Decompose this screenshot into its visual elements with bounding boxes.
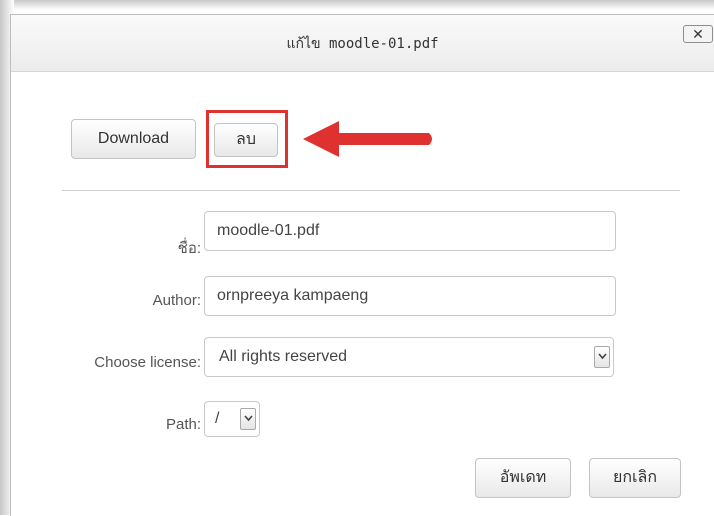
path-select[interactable]: / [204,401,260,437]
author-field[interactable]: ornpreeya kampaeng [204,276,616,316]
path-selected-value: / [215,410,220,427]
dialog-header: แก้ไข moodle-01.pdf ✕ [11,15,714,72]
window-shadow-top [0,0,714,10]
close-icon: ✕ [692,26,704,42]
section-divider [62,190,680,191]
license-selected-value: All rights reserved [219,348,348,365]
name-field[interactable]: moodle-01.pdf [204,211,616,251]
path-label: Path: [165,416,201,433]
close-button[interactable]: ✕ [683,25,713,43]
chevron-down-icon [240,408,256,430]
dialog-title: แก้ไข moodle-01.pdf [286,36,439,52]
update-button[interactable]: อัพเดท [475,458,571,498]
license-select[interactable]: All rights reserved [204,337,614,377]
chevron-down-icon [594,346,610,368]
author-label: Author: [152,292,201,309]
download-button[interactable]: Download [71,119,196,159]
edit-file-dialog: แก้ไข moodle-01.pdf ✕ Download ลบ ชื่อ: … [10,14,714,516]
delete-highlight-box [206,110,288,168]
license-label: Choose license: [94,354,201,371]
cancel-button[interactable]: ยกเลิก [589,458,681,498]
pointer-arrow-icon [303,121,432,157]
name-label: ชื่อ: [177,240,201,257]
